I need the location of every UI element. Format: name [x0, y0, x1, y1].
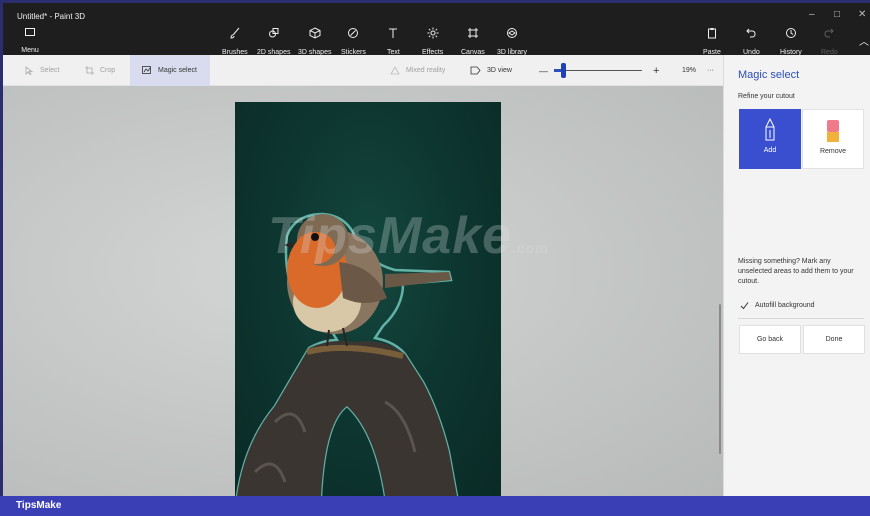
- redo-icon: [824, 28, 835, 38]
- zoom-level: 19%: [682, 67, 697, 74]
- magic-select-label: Magic select: [158, 67, 197, 74]
- text-icon: [389, 28, 398, 38]
- mixed-reality-icon: [390, 66, 400, 75]
- more-options-button[interactable]: ···: [707, 55, 714, 86]
- maximize-button[interactable]: □: [834, 9, 840, 20]
- watermark: TipsMake.com: [268, 207, 549, 265]
- 2d-shapes-icon: [268, 28, 279, 38]
- refine-label: Refine your cutout: [738, 93, 795, 100]
- add-pencil-icon: [765, 118, 775, 141]
- magic-select-icon: [142, 66, 151, 74]
- zoom-out-button[interactable]: —: [539, 55, 548, 86]
- remove-label: Remove: [819, 148, 847, 155]
- panel-title: Magic select: [738, 69, 800, 81]
- go-back-button[interactable]: Go back: [739, 325, 801, 354]
- checkmark-icon: [740, 302, 749, 310]
- remove-button[interactable]: Remove: [802, 109, 864, 169]
- zoom-in-button[interactable]: +: [653, 55, 659, 86]
- crop-button[interactable]: Crop: [85, 55, 115, 86]
- close-button[interactable]: ✕: [858, 9, 866, 20]
- brand-label: TipsMake: [16, 500, 62, 511]
- robin-photo[interactable]: [235, 102, 501, 496]
- magic-select-button[interactable]: Magic select: [130, 55, 210, 86]
- paste-icon: [707, 28, 716, 39]
- canvas-area[interactable]: TipsMake.com: [3, 86, 723, 496]
- 3d-library-icon: [506, 28, 517, 38]
- paint-3d-window: Untitled* - Paint 3D – □ ✕ Menu Brushes …: [3, 3, 870, 496]
- zoom-slider-track[interactable]: [554, 70, 642, 71]
- rock-perch: [237, 340, 457, 496]
- 3d-view-icon: [470, 66, 481, 75]
- crop-label: Crop: [100, 67, 116, 74]
- 3d-shapes-icon: [309, 27, 321, 39]
- autofill-checkbox[interactable]: Autofill background: [740, 301, 815, 310]
- minimize-button[interactable]: –: [809, 9, 815, 20]
- zoom-slider-thumb[interactable]: [560, 63, 566, 78]
- 3d-view-label: 3D view: [487, 67, 512, 74]
- crop-icon: [85, 66, 94, 75]
- magic-select-panel: Magic select Refine your cutout Add Remo…: [723, 55, 870, 496]
- eraser-icon: [827, 120, 839, 142]
- add-label: Add: [763, 147, 777, 154]
- history-icon: [785, 28, 796, 38]
- missing-hint: Missing something? Mark any unselected a…: [738, 258, 854, 285]
- ribbon: Untitled* - Paint 3D – □ ✕ Menu Brushes …: [3, 3, 870, 57]
- vertical-scrollbar[interactable]: [719, 304, 721, 454]
- menu-label: Menu: [21, 47, 39, 54]
- menu-button[interactable]: Menu: [17, 28, 43, 57]
- mixed-reality-label: Mixed reality: [406, 67, 446, 74]
- canvas-icon: [467, 28, 478, 38]
- mixed-reality-button[interactable]: Mixed reality: [390, 55, 445, 86]
- done-button[interactable]: Done: [803, 325, 865, 354]
- select-icon: [25, 66, 34, 75]
- brand-bar: TipsMake: [0, 496, 870, 516]
- collapse-ribbon-icon[interactable]: ︿: [859, 33, 869, 48]
- select-label: Select: [40, 67, 60, 74]
- command-bar: Select Crop Magic select Mixed reality 3…: [3, 55, 723, 86]
- panel-divider: [738, 318, 864, 319]
- 3d-view-button[interactable]: 3D view: [470, 55, 512, 86]
- effects-icon: [427, 27, 439, 39]
- select-button[interactable]: Select: [25, 55, 59, 86]
- window-title: Untitled* - Paint 3D: [17, 12, 86, 21]
- robin-image: [235, 212, 459, 496]
- undo-icon: [746, 28, 756, 38]
- stickers-icon: [348, 28, 359, 38]
- autofill-label: Autofill background: [755, 302, 815, 309]
- add-button[interactable]: Add: [739, 109, 801, 169]
- menu-icon: [25, 28, 35, 36]
- brush-icon: [230, 27, 240, 39]
